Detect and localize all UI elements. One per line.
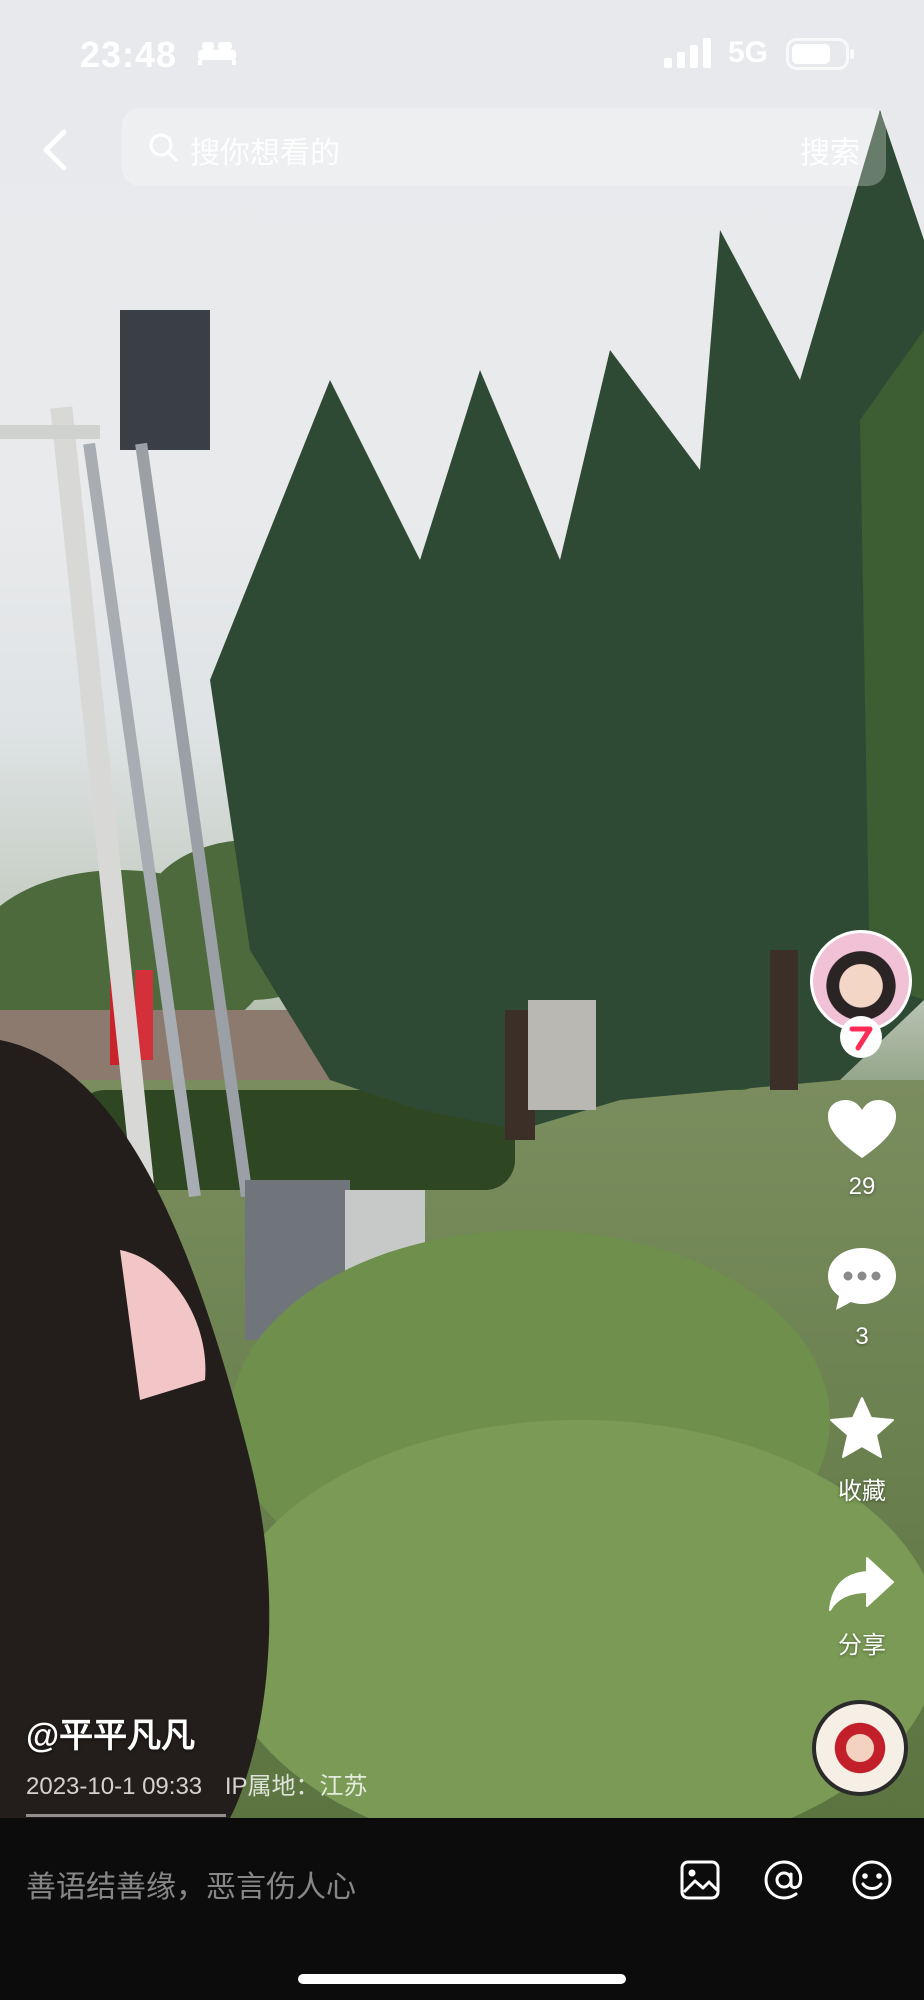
network-type: 5G xyxy=(728,36,769,69)
home-indicator xyxy=(298,1974,626,1984)
signal-icon xyxy=(664,38,711,68)
star-icon xyxy=(830,1397,894,1458)
share-button[interactable]: 分享 xyxy=(810,1554,914,1660)
comment-input[interactable]: 善语结善缘，恶言伤人心 xyxy=(26,1862,356,1906)
video-meta: 2023-10-1 09:33 IP属地：江苏 xyxy=(26,1766,368,1801)
video-progress[interactable] xyxy=(26,1814,226,1817)
at-icon[interactable] xyxy=(762,1858,806,1902)
status-time: 23:48 xyxy=(80,34,178,75)
follow-check-icon xyxy=(849,1026,873,1051)
author-name[interactable]: @平平凡凡 xyxy=(26,1708,195,1757)
share-arrow-icon xyxy=(829,1557,894,1611)
ip-location: IP属地：江苏 xyxy=(224,1773,368,1800)
comment-bar: 善语结善缘，恶言伤人心 xyxy=(0,1818,924,2000)
chevron-left-icon xyxy=(43,129,67,171)
comment-button[interactable]: 3 xyxy=(810,1246,914,1351)
status-bar: 23:48 5G xyxy=(0,0,924,110)
favorite-button[interactable]: 收藏 xyxy=(810,1396,914,1506)
video-scene xyxy=(0,110,924,1818)
image-icon[interactable] xyxy=(678,1858,722,1902)
comment-count: 3 xyxy=(855,1323,869,1350)
search-icon xyxy=(149,133,178,162)
emoji-icon[interactable] xyxy=(850,1858,894,1902)
post-date: 2023-10-1 09:33 xyxy=(26,1773,203,1800)
battery-icon xyxy=(786,38,854,70)
search-bar[interactable]: 搜你想看的 搜索 xyxy=(122,108,886,186)
back-button[interactable] xyxy=(30,122,78,178)
like-count: 29 xyxy=(848,1173,876,1200)
follow-button[interactable] xyxy=(840,1016,882,1058)
search-input[interactable]: 搜你想看的 xyxy=(190,128,340,172)
bed-icon xyxy=(198,42,236,65)
video-frame[interactable] xyxy=(0,0,924,1818)
like-button[interactable]: 29 xyxy=(810,1098,914,1201)
heart-icon xyxy=(828,1100,896,1158)
share-label: 分享 xyxy=(838,1632,886,1659)
search-button[interactable]: 搜索 xyxy=(800,128,860,172)
favorite-label: 收藏 xyxy=(838,1478,886,1505)
music-disc[interactable] xyxy=(812,1700,908,1796)
comment-icon xyxy=(828,1248,896,1310)
